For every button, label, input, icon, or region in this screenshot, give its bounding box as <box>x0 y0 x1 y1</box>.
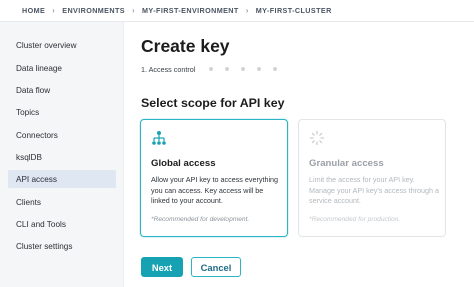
page-title: Create key <box>141 36 230 56</box>
sidebar-item-clients[interactable]: Clients <box>8 193 116 211</box>
breadcrumb-cluster[interactable]: MY-FIRST-CLUSTER <box>256 6 332 15</box>
cancel-button[interactable]: Cancel <box>191 257 241 277</box>
global-access-card[interactable]: Global access Allow your API key to acce… <box>140 119 288 237</box>
sidebar-item-connectors[interactable]: Connectors <box>8 126 116 144</box>
sidebar: Cluster overview Data lineage Data flow … <box>0 22 124 287</box>
sidebar-item-cluster-overview[interactable]: Cluster overview <box>8 36 116 54</box>
sidebar-item-data-lineage[interactable]: Data lineage <box>8 59 116 77</box>
sidebar-item-api-access[interactable]: API access <box>8 170 116 188</box>
sidebar-item-ksqldb[interactable]: ksqlDB <box>8 148 116 166</box>
card-note: *Recommended for production. <box>309 216 401 223</box>
next-button[interactable]: Next <box>141 257 183 277</box>
step-label: 1. Access control <box>141 65 196 74</box>
section-subtitle: Select scope for API key <box>141 96 285 110</box>
sidebar-item-cli-and-tools[interactable]: CLI and Tools <box>8 215 116 233</box>
breadcrumb-home[interactable]: HOME <box>22 6 45 15</box>
breadcrumb-separator: › <box>52 6 56 15</box>
card-title: Global access <box>151 158 216 169</box>
hierarchy-icon <box>152 131 166 145</box>
breadcrumb-environment[interactable]: MY-FIRST-ENVIRONMENT <box>142 6 239 15</box>
granular-access-card[interactable]: Granular access Limit the access for you… <box>298 119 446 237</box>
main-panel: Create key 1. Access control Select scop… <box>124 22 474 287</box>
sidebar-item-cluster-settings[interactable]: Cluster settings <box>8 237 116 255</box>
step-indicator-dot <box>241 67 245 71</box>
step-indicator-dot <box>225 67 229 71</box>
breadcrumb-separator: › <box>245 6 249 15</box>
breadcrumb-separator: › <box>131 6 136 15</box>
card-description: Allow your API key to access everything … <box>151 175 279 206</box>
step-indicator-dot <box>257 67 261 71</box>
card-note: *Recommended for development. <box>151 216 250 223</box>
step-indicator-dot <box>273 67 277 71</box>
breadcrumb-environments[interactable]: ENVIRONMENTS <box>62 6 125 15</box>
breadcrumb: HOME › ENVIRONMENTS › MY-FIRST-ENVIRONME… <box>0 0 474 22</box>
spinner-icon <box>309 130 325 146</box>
step-indicator-dot <box>209 67 213 71</box>
sidebar-item-data-flow[interactable]: Data flow <box>8 81 116 99</box>
card-description: Limit the access for your API key. Manag… <box>309 175 440 206</box>
card-title: Granular access <box>309 158 384 169</box>
sidebar-item-topics[interactable]: Topics <box>8 103 116 121</box>
